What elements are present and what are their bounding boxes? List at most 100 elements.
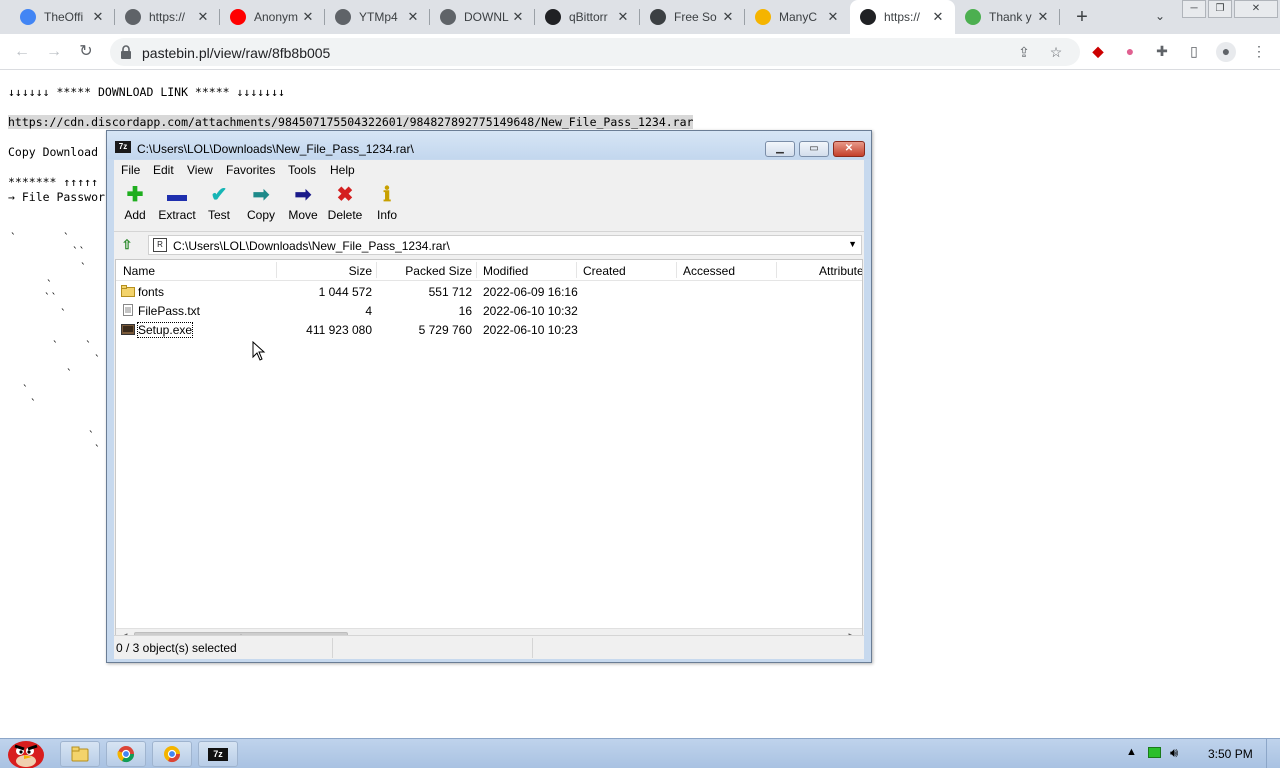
menu-tools[interactable]: Tools <box>288 163 316 177</box>
taskbar-7zip[interactable]: 7z <box>198 741 238 767</box>
file-size: 1 044 572 <box>318 285 372 299</box>
tab-close-icon[interactable]: ✕ <box>91 10 105 24</box>
tab-10[interactable]: Thank y ✕ <box>955 0 1060 34</box>
forward-arrow-icon[interactable]: → <box>44 42 64 62</box>
ascii-art: ` <box>22 383 29 396</box>
file-row[interactable]: fonts 1 044 572 551 712 2022-06-09 16:16 <box>116 282 862 301</box>
column-created[interactable]: Created <box>583 264 626 278</box>
copy-download-text: Copy Download <box>8 145 99 159</box>
show-desktop-button[interactable] <box>1266 739 1280 768</box>
column-size[interactable]: Size <box>276 264 372 278</box>
password-line: → File Passwor <box>8 190 105 204</box>
taskbar-explorer[interactable] <box>60 741 100 767</box>
column-divider[interactable] <box>776 262 777 278</box>
new-tab-button[interactable]: + <box>1072 7 1092 27</box>
ascii-art: ` ` <box>10 231 70 244</box>
taskbar-chrome-2[interactable] <box>152 741 192 767</box>
menu-kebab-icon[interactable]: ⋮ <box>1250 42 1268 60</box>
chrome-icon <box>117 746 135 763</box>
extensions-puzzle-icon[interactable]: ✚ <box>1153 42 1171 60</box>
dropdown-arrow-icon[interactable]: ▼ <box>848 239 857 249</box>
tab-5[interactable]: DOWNL ✕ <box>430 0 535 34</box>
download-link[interactable]: https://cdn.discordapp.com/attachments/9… <box>8 115 694 129</box>
profile-avatar-icon[interactable]: ● <box>1216 42 1236 62</box>
back-arrow-icon[interactable]: ← <box>12 42 32 62</box>
tab-close-icon[interactable]: ✕ <box>931 10 945 24</box>
tab-close-icon[interactable]: ✕ <box>1036 10 1050 24</box>
reload-icon[interactable]: ↻ <box>76 42 96 62</box>
tab-search-chevron-icon[interactable]: ⌄ <box>1152 9 1168 25</box>
info-button[interactable]: ℹ Info <box>366 184 408 230</box>
file-name[interactable]: fonts <box>138 285 164 299</box>
sevenzip-titlebar[interactable]: 7z C:\Users\LOL\Downloads\New_File_Pass_… <box>107 131 871 159</box>
file-row[interactable]: FilePass.txt 4 16 2022-06-10 10:32 <box>116 301 862 320</box>
restore-button[interactable]: ❐ <box>1208 0 1232 18</box>
column-divider[interactable] <box>676 262 677 278</box>
start-angry-bird-icon[interactable] <box>2 731 50 768</box>
column-divider[interactable] <box>276 262 277 278</box>
side-panel-icon[interactable]: ▯ <box>1185 42 1203 60</box>
file-list[interactable]: Name Size Packed Size Modified Created Access… <box>115 259 863 645</box>
menu-edit[interactable]: Edit <box>153 163 174 177</box>
file-row[interactable]: Setup.exe 411 923 080 5 729 760 2022-06-10 … <box>116 320 862 339</box>
lock-icon[interactable] <box>120 45 132 59</box>
taskbar-clock[interactable]: 3:50 PM <box>1208 747 1253 761</box>
tab-close-icon[interactable]: ✕ <box>196 10 210 24</box>
toolbar-label: Extract <box>158 208 196 222</box>
up-folder-icon[interactable]: ⇧ <box>118 236 136 254</box>
taskbar-chrome[interactable] <box>106 741 146 767</box>
tray-expand-icon[interactable]: ▲ <box>1126 746 1137 758</box>
tab-8[interactable]: ManyC ✕ <box>745 0 850 34</box>
column-modified[interactable]: Modified <box>483 264 528 278</box>
minimize-button[interactable]: ─ <box>1182 0 1206 18</box>
column-attributes[interactable]: Attributes <box>819 264 862 278</box>
column-packed-size[interactable]: Packed Size <box>376 264 472 278</box>
download-link-text[interactable]: https://cdn.discordapp.com/attachments/9… <box>8 115 694 129</box>
path-text[interactable]: C:\Users\LOL\Downloads\New_File_Pass_123… <box>173 239 450 253</box>
copy-button[interactable]: ➡ Copy <box>240 184 282 230</box>
tab-close-icon[interactable]: ✕ <box>721 10 735 24</box>
column-divider[interactable] <box>576 262 577 278</box>
address-bar[interactable]: pastebin.pl/view/raw/8fb8b005 ⇪ ☆ <box>110 38 1080 66</box>
column-accessed[interactable]: Accessed <box>683 264 735 278</box>
move-button[interactable]: ➡ Move <box>282 184 324 230</box>
tab-7[interactable]: Free So ✕ <box>640 0 745 34</box>
zip-close-button[interactable]: ✕ <box>833 141 865 157</box>
ublock-icon[interactable]: ◆ <box>1089 42 1107 60</box>
tab-close-icon[interactable]: ✕ <box>511 10 525 24</box>
tab-close-icon[interactable]: ✕ <box>406 10 420 24</box>
extension-flag-icon[interactable]: ● <box>1121 42 1139 60</box>
file-name[interactable]: Setup.exe <box>136 322 194 338</box>
tab-close-icon[interactable]: ✕ <box>826 10 840 24</box>
add-button[interactable]: ✚ Add <box>114 184 156 230</box>
tab-separator <box>1059 9 1060 25</box>
menu-file[interactable]: File <box>121 163 140 177</box>
network-icon[interactable] <box>1148 747 1161 758</box>
share-icon[interactable]: ⇪ <box>1016 44 1032 60</box>
menu-favorites[interactable]: Favorites <box>226 163 275 177</box>
menu-help[interactable]: Help <box>330 163 355 177</box>
tab-1[interactable]: TheOffi ✕ <box>10 0 115 34</box>
column-divider[interactable] <box>476 262 477 278</box>
zip-maximize-button[interactable]: ▭ <box>799 141 829 157</box>
bookmark-star-icon[interactable]: ☆ <box>1048 44 1064 60</box>
menu-view[interactable]: View <box>187 163 213 177</box>
tab-2[interactable]: https:// ✕ <box>115 0 220 34</box>
url-text[interactable]: pastebin.pl/view/raw/8fb8b005 <box>142 45 330 61</box>
tab-close-icon[interactable]: ✕ <box>301 10 315 24</box>
extract-button[interactable]: ▬ Extract <box>156 184 198 230</box>
delete-button[interactable]: ✖ Delete <box>324 184 366 230</box>
tab-6[interactable]: qBittorr ✕ <box>535 0 640 34</box>
path-combo[interactable]: R C:\Users\LOL\Downloads\New_File_Pass_1… <box>148 235 862 255</box>
column-name[interactable]: Name <box>123 264 155 278</box>
volume-icon[interactable]: 🔊︎ <box>1170 745 1178 761</box>
file-name[interactable]: FilePass.txt <box>138 304 200 318</box>
tab-close-icon[interactable]: ✕ <box>616 10 630 24</box>
zip-minimize-button[interactable]: ▁ <box>765 141 795 157</box>
column-divider[interactable] <box>376 262 377 278</box>
tab-3[interactable]: Anonym ✕ <box>220 0 325 34</box>
tab-4[interactable]: YTMp4 ✕ <box>325 0 430 34</box>
tab-9[interactable]: https:// ✕ <box>850 0 955 34</box>
test-button[interactable]: ✔ Test <box>198 184 240 230</box>
window-close-button[interactable]: ✕ <box>1234 0 1278 18</box>
